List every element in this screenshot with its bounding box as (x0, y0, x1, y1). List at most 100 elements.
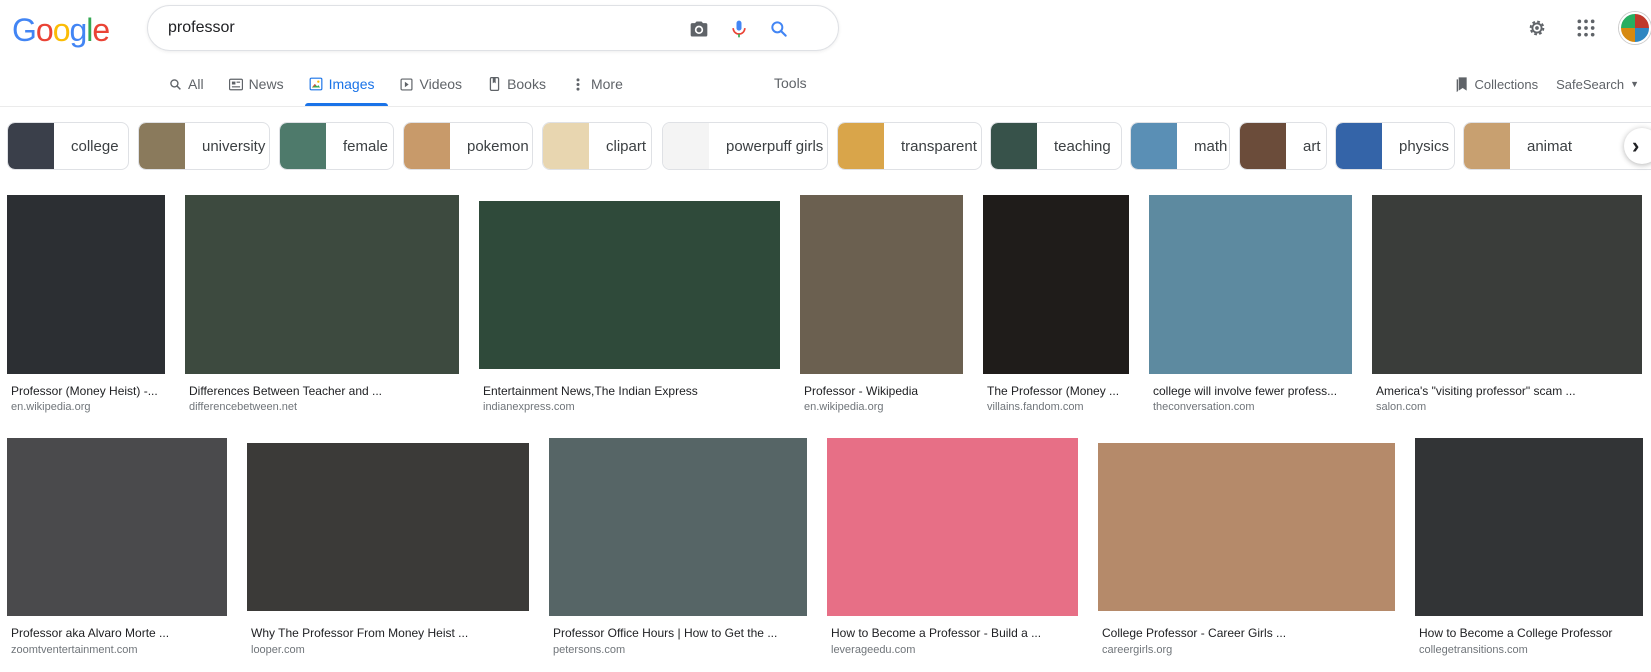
search-icon (168, 77, 182, 91)
result-title[interactable]: Professor Office Hours | How to Get the … (553, 626, 807, 640)
tab-images[interactable]: Images (304, 62, 388, 106)
chip-thumbnail (404, 123, 450, 169)
camera-icon[interactable] (688, 18, 710, 40)
image-result[interactable]: America's "visiting professor" scam ... … (1372, 195, 1642, 425)
safesearch-label: SafeSearch (1556, 76, 1625, 92)
result-image[interactable] (983, 195, 1129, 374)
tab-label: All (188, 76, 204, 92)
image-result[interactable]: Entertainment News,The Indian Express in… (479, 195, 780, 425)
chip-animated[interactable]: animat (1463, 122, 1651, 170)
news-icon (228, 77, 243, 91)
chip-thumbnail (139, 123, 185, 169)
result-title[interactable]: Professor aka Alvaro Morte ... (11, 626, 227, 640)
tab-label: Images (328, 76, 375, 92)
chip-pokemon[interactable]: pokemon (403, 122, 533, 170)
result-title[interactable]: college will involve fewer profess... (1153, 384, 1352, 398)
image-result[interactable]: Why The Professor From Money Heist ... l… (247, 438, 529, 672)
gear-icon[interactable] (1525, 16, 1549, 40)
result-title[interactable]: The Professor (Money ... (987, 384, 1129, 398)
chip-college[interactable]: college (7, 122, 129, 170)
result-title[interactable]: Why The Professor From Money Heist ... (251, 626, 529, 640)
chip-university[interactable]: university (138, 122, 270, 170)
more-vert-icon (571, 77, 585, 91)
book-icon (487, 77, 501, 91)
image-result[interactable]: How to Become a College Professor colleg… (1415, 438, 1643, 672)
chip-teaching[interactable]: teaching (990, 122, 1122, 170)
chip-thumbnail (543, 123, 589, 169)
result-image[interactable] (7, 195, 165, 374)
chip-label: clipart (606, 137, 647, 155)
chip-label: transparent (901, 137, 977, 155)
chip-label: physics (1399, 137, 1450, 155)
tab-all[interactable]: All (168, 62, 217, 106)
tools-button[interactable]: Tools (774, 75, 807, 91)
chip-math[interactable]: math (1130, 122, 1230, 170)
apps-grid-icon[interactable] (1574, 16, 1598, 40)
tab-more[interactable]: More (571, 62, 636, 106)
result-image[interactable] (1098, 443, 1395, 611)
safesearch-dropdown[interactable]: SafeSearch ▼ (1556, 77, 1639, 92)
google-logo[interactable]: Google (12, 12, 110, 49)
chip-transparent[interactable]: transparent (837, 122, 982, 170)
avatar[interactable] (1619, 12, 1651, 44)
result-title[interactable]: Entertainment News,The Indian Express (483, 384, 780, 398)
result-source: en.wikipedia.org (11, 401, 91, 413)
video-icon (400, 77, 414, 91)
microphone-icon[interactable] (728, 18, 750, 40)
result-title[interactable]: America's "visiting professor" scam ... (1376, 384, 1642, 398)
image-result[interactable]: Professor - Wikipedia en.wikipedia.org (800, 195, 963, 425)
result-image[interactable] (1372, 195, 1642, 374)
tab-news[interactable]: News (228, 62, 297, 106)
tab-books[interactable]: Books (487, 62, 559, 106)
result-title[interactable]: Differences Between Teacher and ... (189, 384, 459, 398)
result-image[interactable] (549, 438, 807, 616)
image-icon (309, 77, 323, 91)
result-source: careergirls.org (1102, 644, 1173, 656)
image-result[interactable]: college will involve fewer profess... th… (1149, 195, 1352, 425)
result-title[interactable]: Professor - Wikipedia (804, 384, 963, 398)
chevron-right-icon: › (1632, 133, 1640, 158)
result-image[interactable] (827, 438, 1078, 616)
chip-thumbnail (663, 123, 709, 169)
result-title[interactable]: College Professor - Career Girls ... (1102, 626, 1395, 640)
chip-thumbnail (1336, 123, 1382, 169)
result-image[interactable] (1149, 195, 1352, 374)
chip-label: math (1194, 137, 1228, 155)
collections-link[interactable]: Collections (1455, 76, 1538, 92)
chip-clipart[interactable]: clipart (542, 122, 652, 170)
result-image[interactable] (7, 438, 227, 616)
image-result[interactable]: Professor (Money Heist) -... en.wikipedi… (7, 195, 165, 425)
result-source: petersons.com (553, 644, 626, 656)
result-title[interactable]: How to Become a College Professor (1419, 626, 1643, 640)
chip-thumbnail (8, 123, 54, 169)
logo-letter: G (12, 12, 37, 48)
image-result[interactable]: Differences Between Teacher and ... diff… (185, 195, 459, 425)
result-source: differencebetween.net (189, 401, 298, 413)
tab-label: Videos (419, 76, 463, 92)
chip-art[interactable]: art (1239, 122, 1327, 170)
result-image[interactable] (185, 195, 459, 374)
chip-thumbnail (1464, 123, 1510, 169)
chip-physics[interactable]: physics (1335, 122, 1455, 170)
result-image[interactable] (479, 201, 780, 369)
result-title[interactable]: How to Become a Professor - Build a ... (831, 626, 1078, 640)
tab-videos[interactable]: Videos (400, 62, 476, 106)
result-image[interactable] (800, 195, 963, 374)
search-icon[interactable] (768, 18, 790, 40)
image-result[interactable]: The Professor (Money ... villains.fandom… (983, 195, 1129, 425)
search-input[interactable] (168, 19, 668, 37)
image-result[interactable]: How to Become a Professor - Build a ... … (827, 438, 1078, 672)
result-image[interactable] (247, 443, 529, 611)
image-result[interactable]: Professor Office Hours | How to Get the … (549, 438, 807, 672)
bookmark-icon (1456, 77, 1467, 92)
result-image[interactable] (1415, 438, 1643, 616)
right-links: Collections SafeSearch ▼ (1455, 76, 1639, 92)
chip-powerpuff-girls[interactable]: powerpuff girls (662, 122, 828, 170)
chip-female[interactable]: female (279, 122, 394, 170)
image-result[interactable]: Professor aka Alvaro Morte ... zoomtvent… (7, 438, 227, 672)
chip-label: art (1303, 137, 1321, 155)
chip-thumbnail (1131, 123, 1177, 169)
image-result[interactable]: College Professor - Career Girls ... car… (1098, 438, 1395, 672)
search-tabs: All News Images Videos Books More (168, 62, 648, 106)
result-title[interactable]: Professor (Money Heist) -... (11, 384, 165, 398)
